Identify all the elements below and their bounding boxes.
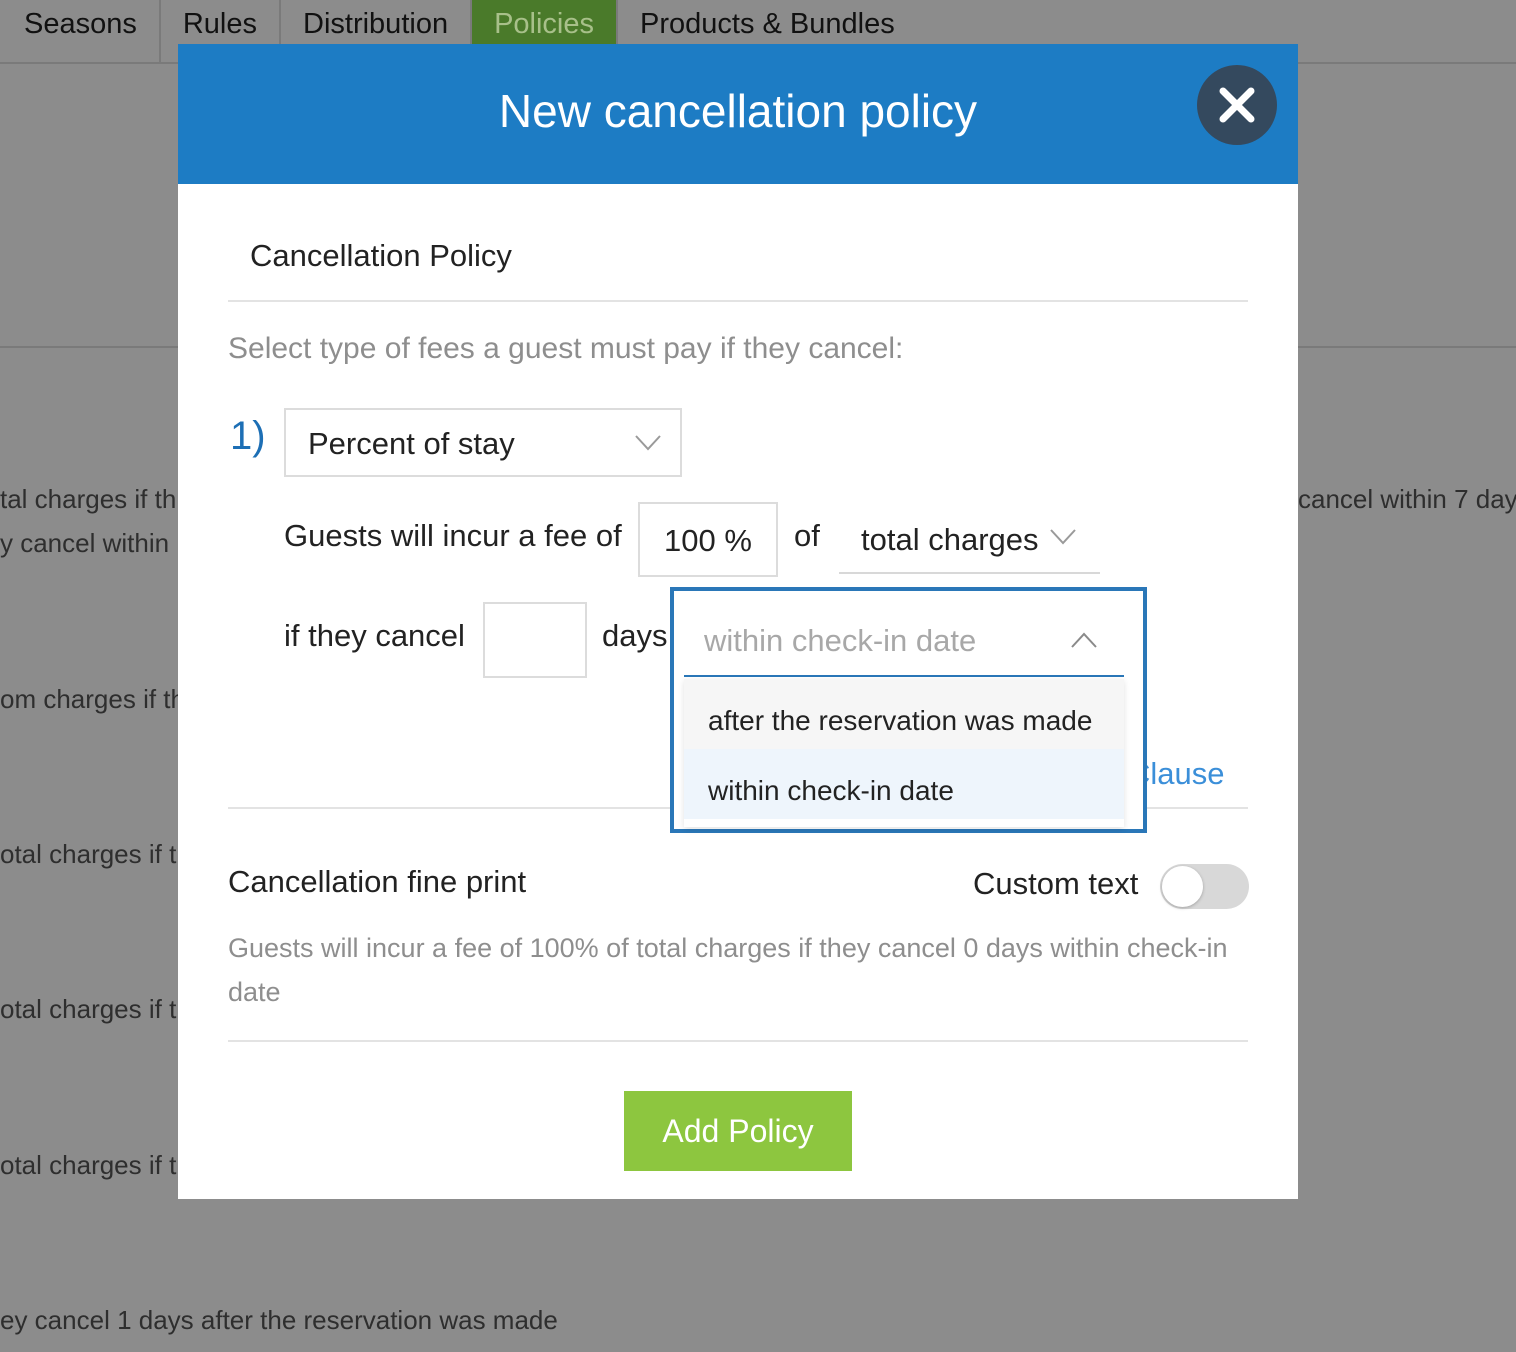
fee-type-value: Percent of stay [308,426,515,461]
fine-print-title: Cancellation fine print [228,864,527,899]
cancel-timing-placeholder: within check-in date [704,623,977,658]
custom-text-label: Custom text [973,866,1139,901]
background-policy-text: otal charges if t [0,994,177,1024]
fee-percent-input[interactable]: 100 % [638,502,778,577]
chevron-up-icon [1071,632,1097,648]
background-policy-text: y cancel within 1 [0,528,191,558]
fee-prefix-label: Guests will incur a fee of [284,518,622,553]
add-policy-button[interactable]: Add Policy [624,1091,852,1171]
chevron-down-icon [635,435,661,451]
tab-seasons[interactable]: Seasons [0,0,161,64]
custom-text-toggle[interactable] [1160,864,1249,909]
background-policy-text: om charges if th [0,684,185,714]
days-label: days [602,618,668,653]
fine-print-text: Guests will incur a fee of 100% of total… [228,933,1228,1007]
modal-header: New cancellation policy [178,44,1298,184]
modal-title: New cancellation policy [498,85,978,137]
background-policy-text: otal charges if t [0,1150,177,1180]
close-button[interactable] [1197,65,1277,145]
charges-type-value: total charges [861,522,1039,557]
section-title: Cancellation Policy [250,238,512,273]
fee-instruction: Select type of fees a guest must pay if … [228,332,904,365]
option-within-check-in[interactable]: within check-in date [684,749,1124,819]
background-policy-text: ey cancel 1 days after the reservation w… [0,1305,558,1335]
of-label: of [794,518,820,553]
toggle-knob [1162,866,1203,907]
cancel-timing-options: after the reservation was made within ch… [684,679,1124,827]
cancel-prefix-label: if they cancel [284,618,465,653]
divider [228,1040,1248,1042]
divider [228,300,1248,302]
chevron-down-icon [1050,529,1076,545]
background-policy-text: cancel within 7 day [1298,484,1516,514]
cancel-timing-select[interactable]: within check-in date [684,591,1124,677]
cancel-timing-dropdown[interactable]: within check-in date after the reservati… [670,587,1147,833]
option-after-reservation[interactable]: after the reservation was made [684,679,1124,749]
background-policy-text: otal charges if t [0,839,177,869]
step-number: 1) [230,414,266,458]
fee-type-select[interactable]: Percent of stay [284,408,682,477]
background-policy-text: tal charges if th [0,484,177,514]
charges-type-select[interactable]: total charges [839,502,1100,574]
close-icon [1219,87,1255,123]
days-input[interactable] [483,602,587,678]
